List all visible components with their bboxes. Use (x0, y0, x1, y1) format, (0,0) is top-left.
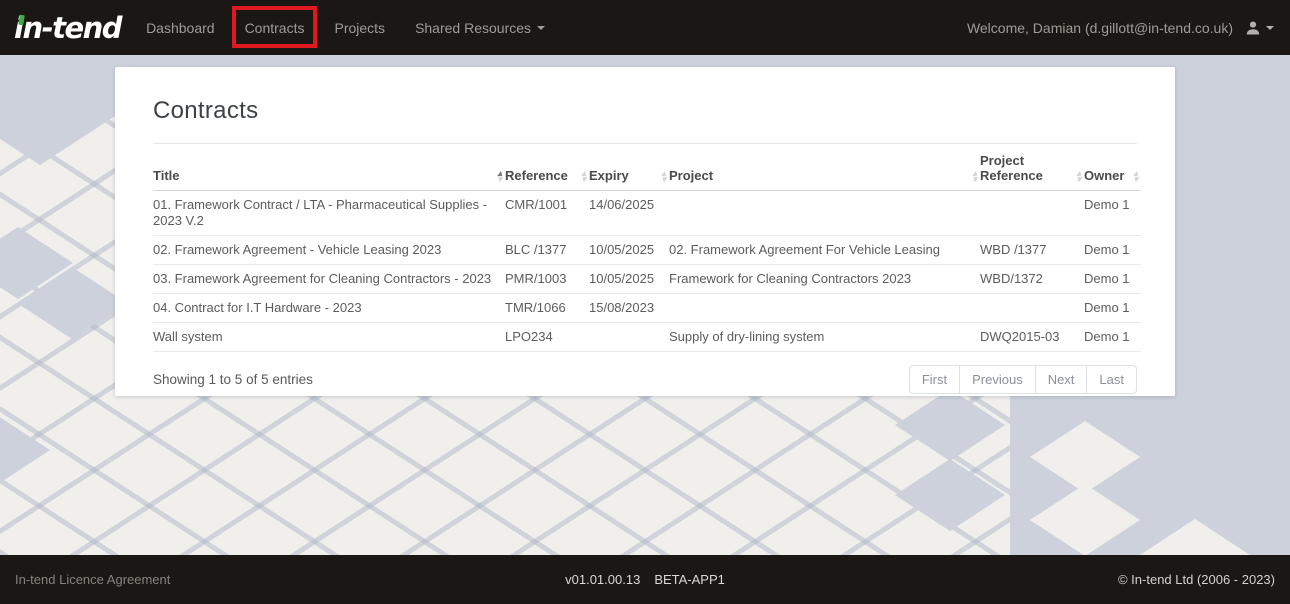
table-row[interactable]: Wall system LPO234 Supply of dry-lining … (153, 323, 1141, 352)
cell-project: 02. Framework Agreement For Vehicle Leas… (669, 236, 980, 265)
column-header-project[interactable]: Project ▴▾ (669, 144, 980, 191)
pagination: First Previous Next Last (909, 365, 1137, 394)
table-row[interactable]: 01. Framework Contract / LTA - Pharmaceu… (153, 191, 1141, 236)
contracts-card: Contracts Title ▴▾ Reference ▴▾ Expiry ▴… (115, 67, 1175, 396)
nav-item-contracts[interactable]: Contracts (230, 0, 320, 55)
table-footer: Showing 1 to 5 of 5 entries First Previo… (153, 365, 1137, 394)
app-logo[interactable]: in-tend (14, 12, 121, 43)
background-diamond (895, 459, 1005, 531)
pagination-previous-button[interactable]: Previous (959, 365, 1036, 394)
table-row[interactable]: 04. Contract for I.T Hardware - 2023 TMR… (153, 294, 1141, 323)
page-footer: In-tend Licence Agreement v01.01.00.13 B… (0, 555, 1290, 604)
version-info: v01.01.00.13 BETA-APP1 (565, 572, 725, 587)
cell-reference: PMR/1003 (505, 265, 589, 294)
column-header-project-reference[interactable]: Project Reference ▴▾ (980, 144, 1084, 191)
chevron-down-icon (537, 26, 545, 30)
cell-project: Framework for Cleaning Contractors 2023 (669, 265, 980, 294)
cell-project-reference: WBD /1377 (980, 236, 1084, 265)
build-label: BETA-APP1 (654, 572, 725, 587)
contracts-table: Title ▴▾ Reference ▴▾ Expiry ▴▾ Project … (153, 144, 1141, 352)
cell-owner: Demo 1 (1084, 323, 1141, 352)
cell-title: 03. Framework Agreement for Cleaning Con… (153, 265, 505, 294)
cell-project-reference (980, 191, 1084, 236)
cell-title: Wall system (153, 323, 505, 352)
column-header-expiry[interactable]: Expiry ▴▾ (589, 144, 669, 191)
cell-project-reference (980, 294, 1084, 323)
version-number: v01.01.00.13 (565, 572, 640, 587)
background-diamond (895, 389, 1005, 461)
table-row[interactable]: 02. Framework Agreement - Vehicle Leasin… (153, 236, 1141, 265)
nav-item-projects[interactable]: Projects (319, 0, 400, 55)
cell-title: 02. Framework Agreement - Vehicle Leasin… (153, 236, 505, 265)
cell-owner: Demo 1 (1084, 294, 1141, 323)
cell-reference: BLC /1377 (505, 236, 589, 265)
cell-expiry: 10/05/2025 (589, 236, 669, 265)
cell-project (669, 191, 980, 236)
pagination-last-button[interactable]: Last (1086, 365, 1137, 394)
user-menu-toggle[interactable] (1245, 20, 1274, 36)
cell-expiry (589, 323, 669, 352)
cell-expiry: 14/06/2025 (589, 191, 669, 236)
cell-title: 04. Contract for I.T Hardware - 2023 (153, 294, 505, 323)
pagination-first-button[interactable]: First (909, 365, 960, 394)
chevron-down-icon (1266, 26, 1274, 30)
top-navbar: in-tend Dashboard Contracts Projects Sha… (0, 0, 1290, 55)
cell-reference: LPO234 (505, 323, 589, 352)
table-row[interactable]: 03. Framework Agreement for Cleaning Con… (153, 265, 1141, 294)
column-header-owner[interactable]: Owner ▴▾ (1084, 144, 1141, 191)
cell-reference: TMR/1066 (505, 294, 589, 323)
nav-item-dashboard[interactable]: Dashboard (131, 0, 230, 55)
page-title: Contracts (153, 97, 1137, 125)
sort-icon: ▴▾ (1076, 170, 1081, 182)
pagination-next-button[interactable]: Next (1035, 365, 1088, 394)
cell-project-reference: DWQ2015-03 (980, 323, 1084, 352)
cell-owner: Demo 1 (1084, 236, 1141, 265)
cell-expiry: 10/05/2025 (589, 265, 669, 294)
navbar-right: Welcome, Damian (d.gillott@in-tend.co.uk… (967, 20, 1290, 36)
entries-summary: Showing 1 to 5 of 5 entries (153, 372, 313, 387)
copyright-text: © In-tend Ltd (2006 - 2023) (1118, 572, 1275, 587)
user-icon (1245, 20, 1261, 36)
cell-project (669, 294, 980, 323)
main-navigation: Dashboard Contracts Projects Shared Reso… (131, 0, 560, 55)
logo-text: in-tend (14, 11, 121, 45)
cell-owner: Demo 1 (1084, 191, 1141, 236)
sort-icon: ▴▾ (1133, 170, 1138, 182)
cell-reference: CMR/1001 (505, 191, 589, 236)
cell-owner: Demo 1 (1084, 265, 1141, 294)
sort-icon: ▴▾ (497, 170, 502, 182)
nav-item-shared-resources[interactable]: Shared Resources (400, 0, 560, 55)
column-header-reference[interactable]: Reference ▴▾ (505, 144, 589, 191)
column-header-title[interactable]: Title ▴▾ (153, 144, 505, 191)
cell-expiry: 15/08/2023 (589, 294, 669, 323)
welcome-text: Welcome, Damian (d.gillott@in-tend.co.uk… (967, 20, 1233, 36)
sort-icon: ▴▾ (972, 170, 977, 182)
table-header-row: Title ▴▾ Reference ▴▾ Expiry ▴▾ Project … (153, 144, 1141, 191)
sort-icon: ▴▾ (661, 170, 666, 182)
cell-project: Supply of dry-lining system (669, 323, 980, 352)
background-diamond (0, 414, 50, 486)
sort-icon: ▴▾ (581, 170, 586, 182)
cell-title: 01. Framework Contract / LTA - Pharmaceu… (153, 191, 505, 236)
licence-agreement-link[interactable]: In-tend Licence Agreement (15, 572, 170, 587)
cell-project-reference: WBD/1372 (980, 265, 1084, 294)
